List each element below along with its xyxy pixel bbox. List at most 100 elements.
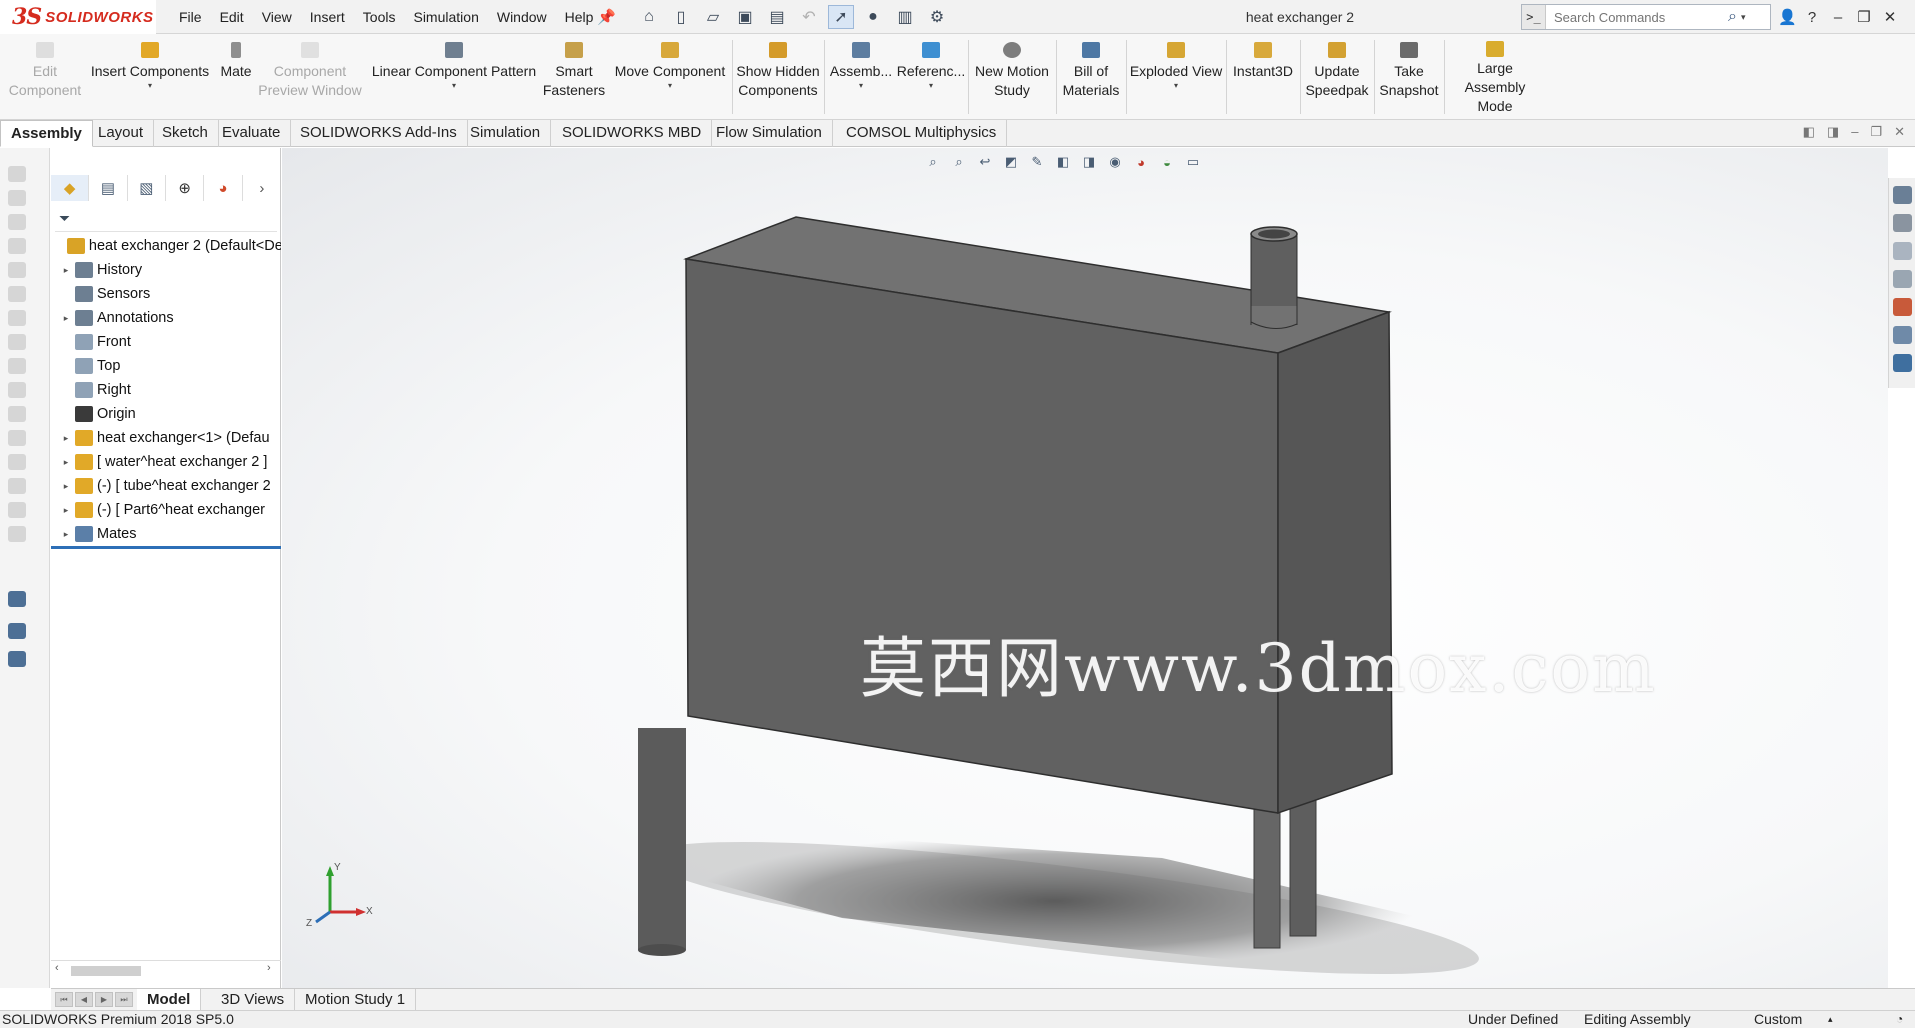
move-component-button[interactable]: Move Component ▾ — [608, 40, 732, 116]
update-speedpak-button[interactable]: Update Speedpak — [1302, 40, 1372, 116]
tree-filter[interactable]: ⏷ — [55, 206, 277, 232]
select-icon[interactable]: ➚ — [828, 5, 854, 29]
expand-arrow-icon[interactable]: ▸ — [61, 481, 71, 492]
feature-manager-tab-icon[interactable]: ◆ — [51, 175, 90, 201]
design-library-icon[interactable] — [1893, 214, 1912, 232]
undo-icon[interactable]: ↶ — [796, 5, 822, 29]
show-hidden-components-button[interactable]: Show Hidden Components — [734, 40, 822, 116]
chevron-up-icon[interactable]: ▴ — [1828, 1011, 1833, 1028]
tab-solidworks-add-ins[interactable]: SOLIDWORKS Add-Ins — [290, 120, 468, 147]
tree-item[interactable]: ▸ [ water^heat exchanger 2 ] — [51, 450, 281, 474]
rollback-bar[interactable] — [51, 546, 281, 549]
menu-file[interactable]: File — [170, 9, 211, 25]
tab-simulation[interactable]: Simulation — [460, 120, 552, 147]
linear-pattern-button[interactable]: Linear Component Pattern ▾ — [368, 40, 540, 116]
dome-icon[interactable] — [8, 478, 26, 494]
chevron-down-icon[interactable]: ▾ — [452, 81, 456, 91]
tree-item[interactable]: ▸ History — [51, 258, 281, 282]
menu-window[interactable]: Window — [488, 9, 556, 25]
menu-tools[interactable]: Tools — [354, 9, 405, 25]
expand-arrow-icon[interactable]: ▸ — [61, 433, 71, 444]
expand-arrow-icon[interactable]: ▸ — [61, 265, 71, 276]
tree-item[interactable]: Right — [51, 378, 281, 402]
large-assembly-mode-button[interactable]: Large Assembly Mode — [1446, 40, 1544, 116]
unit-system[interactable]: Custom — [1754, 1011, 1802, 1028]
close-icon[interactable]: ✕ — [1882, 8, 1898, 26]
chevron-down-icon[interactable]: ▾ — [1741, 12, 1746, 23]
draft-icon[interactable] — [8, 430, 26, 446]
menu-view[interactable]: View — [253, 9, 301, 25]
chevron-right-icon[interactable]: › — [267, 962, 271, 974]
menu-edit[interactable]: Edit — [211, 9, 253, 25]
next-tab-icon[interactable]: ▶ — [95, 992, 113, 1007]
tab-assembly[interactable]: Assembly — [0, 120, 93, 147]
mirror-icon[interactable] — [8, 382, 26, 398]
solidworks-resources-icon[interactable] — [1893, 186, 1912, 204]
menu-help[interactable]: Help — [556, 9, 603, 25]
extrude-icon[interactable] — [8, 238, 26, 254]
solidworks-logo[interactable]: 3S SOLIDWORKS — [0, 0, 156, 34]
fillet-icon[interactable] — [8, 262, 26, 278]
tree-horizontal-scrollbar[interactable]: ‹ › — [51, 960, 281, 978]
instant3d-button[interactable]: Instant3D — [1228, 40, 1298, 116]
move-face-icon[interactable] — [8, 526, 26, 542]
chevron-down-icon[interactable]: ▾ — [859, 81, 863, 91]
minimize-icon[interactable]: – — [1830, 9, 1846, 26]
open-icon[interactable]: ▱ — [700, 5, 726, 29]
line-icon[interactable] — [8, 214, 26, 230]
graphics-area[interactable]: ⌕ ⌕ ↩ ◩ ✎ ◧ ◨ ◉ ◕ ◒ ▭ 莫西网www.3dmox.com Y… — [282, 148, 1888, 988]
user-icon[interactable]: 👤 — [1778, 8, 1797, 26]
menu-simulation[interactable]: Simulation — [404, 9, 487, 25]
smart-fasteners-button[interactable]: Smart Fasteners — [540, 40, 608, 116]
tree-item[interactable]: ▸ Mates — [51, 522, 281, 546]
save-icon[interactable]: ▣ — [732, 5, 758, 29]
reference-geometry-button[interactable]: Referenc... ▾ — [896, 40, 966, 116]
property-manager-tab-icon[interactable]: ▤ — [89, 175, 128, 201]
restore-icon[interactable]: ❐ — [1856, 8, 1872, 26]
tile-left-icon[interactable]: ◧ — [1803, 124, 1815, 140]
minimize-icon[interactable]: – — [1851, 124, 1858, 140]
pin-icon[interactable]: 📌 — [597, 8, 616, 26]
chevron-left-icon[interactable]: ‹ — [55, 962, 59, 974]
file-properties-icon[interactable]: ▥ — [892, 5, 918, 29]
sketch-icon[interactable] — [8, 166, 26, 182]
part-icon[interactable] — [8, 591, 26, 607]
rib-icon[interactable] — [8, 406, 26, 422]
search-input[interactable] — [1546, 6, 1726, 28]
tab-model[interactable]: Model — [137, 989, 202, 1011]
tab-evaluate[interactable]: Evaluate — [212, 120, 292, 147]
exploded-view-button[interactable]: Exploded View ▾ — [1128, 40, 1224, 116]
split-icon[interactable] — [8, 502, 26, 518]
insert-components-button[interactable]: Insert Components ▾ — [88, 40, 212, 116]
tree-item[interactable]: Sensors — [51, 282, 281, 306]
tree-item[interactable]: Origin — [51, 402, 281, 426]
chamfer-icon[interactable] — [8, 286, 26, 302]
tab-layout[interactable]: Layout — [88, 120, 155, 147]
search-icon[interactable]: ⌕ — [1728, 8, 1737, 26]
tab-motion-study-1[interactable]: Motion Study 1 — [295, 989, 417, 1011]
rebuild-icon[interactable]: ● — [860, 5, 886, 29]
mate-button[interactable]: Mate — [214, 40, 258, 116]
chevron-right-icon[interactable]: › — [243, 175, 281, 201]
expand-arrow-icon[interactable]: ▸ — [61, 457, 71, 468]
chevron-down-icon[interactable]: ▾ — [929, 81, 933, 91]
tab-solidworks-mbd[interactable]: SOLIDWORKS MBD — [552, 120, 713, 147]
tree-item[interactable]: Front — [51, 330, 281, 354]
tree-item[interactable]: ▸ Annotations — [51, 306, 281, 330]
restore-icon[interactable]: ❐ — [1870, 124, 1882, 140]
search-commands[interactable]: >_ ⌕ ▾ — [1521, 4, 1771, 30]
help-icon[interactable]: ? — [1804, 9, 1820, 26]
assembly-features-button[interactable]: Assemb... ▾ — [828, 40, 894, 116]
appearances-icon[interactable] — [1893, 298, 1912, 316]
tab-sketch[interactable]: Sketch — [152, 120, 219, 147]
tree-item[interactable]: ▸ (-) [ tube^heat exchanger 2 — [51, 474, 281, 498]
solidworks-forum-icon[interactable] — [1893, 354, 1912, 372]
options-gear-icon[interactable]: ⚙ — [924, 5, 950, 29]
chevron-down-icon[interactable]: ▾ — [1174, 81, 1178, 91]
tab-3d-views[interactable]: 3D Views — [211, 989, 296, 1011]
previous-tab-icon[interactable]: ◀ — [75, 992, 93, 1007]
curve-icon[interactable] — [8, 651, 26, 667]
tab-flow-simulation[interactable]: Flow Simulation — [706, 120, 833, 147]
hole-icon[interactable] — [8, 334, 26, 350]
heat-exchanger-model[interactable] — [282, 148, 1888, 988]
